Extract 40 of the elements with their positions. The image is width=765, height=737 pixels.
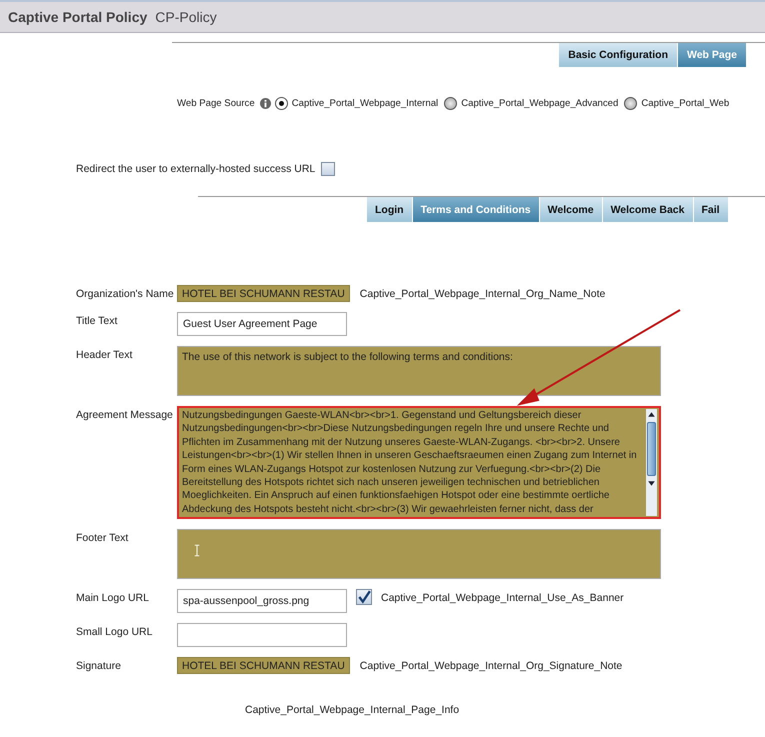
field-label: Agreement Message [76,408,174,421]
page-info: Captive_Portal_Webpage_Internal_Page_Info [245,704,460,716]
tab[interactable]: Welcome [540,197,603,222]
tab[interactable]: Welcome Back [602,197,694,222]
checkbox[interactable] [356,589,372,606]
tab[interactable]: Fail [694,197,729,222]
field-label: Main Logo URL [76,591,150,604]
radio-button[interactable] [274,97,288,110]
text-area-text: The use of this network is subject to the following terms and conditions: [182,351,513,363]
field-note: Captive_Portal_Webpage_Internal_Org_Signature_Note [358,659,622,672]
tab[interactable]: Basic Configuration [559,43,678,67]
radio-button[interactable] [444,97,458,110]
input-field[interactable]: Guest User Agreement Page [177,312,347,336]
checkbox-label: Redirect the user to externally-hosted success URL [76,163,316,175]
radio-label: Captive_Portal_Webpage_Internal [292,98,438,109]
radio-label: Captive_Portal_Webpage_Advanced [461,98,618,109]
input-field[interactable]: spa-aussenpool_gross.png [177,589,347,614]
policy-name: CP-Policy [155,9,217,25]
input-field[interactable] [177,623,347,648]
text-field[interactable]: HOTEL BEI SCHUMANN RESTAU [177,657,350,674]
field-note: Captive_Portal_Webpage_Internal_Org_Name_Note [358,287,606,300]
radio-button[interactable] [624,97,638,110]
scrollbar[interactable] [646,409,657,516]
page-title: Captive Portal Policy [8,9,148,25]
text-area[interactable]: The use of this network is subject to the following terms and conditions: [177,346,661,396]
field-label: Web Page Source [177,98,255,109]
field-label: Footer Text [76,531,130,544]
tab[interactable]: Login [367,197,413,222]
text-field[interactable]: HOTEL BEI SCHUMANN RESTAU [177,285,350,302]
checkbox[interactable] [321,162,336,176]
info-icon[interactable] [260,98,271,109]
field-label: Title Text [76,314,118,327]
radio-label: Captive_Portal_Web [641,98,730,109]
field-label: Organization's Name [76,287,175,300]
field-label: Header Text [76,348,134,361]
field-label: Small Logo URL [76,625,154,638]
text-cursor-icon [194,544,200,558]
checkbox-label: Captive_Portal_Webpage_Internal_Use_As_Banner [381,591,624,604]
text-area-text: Nutzungsbedingungen Gaeste-WLAN<br><br>1. Gegenstand und Geltungsbereich dieser Nutzungsbedingungen<br><br>Diese Nutzungsbedingungen regeln Ihre und unsere Rechte und Pflichten im Zusammenhang mit der Nutzung unseres Gaeste-WLAN-Zugangs. <br><br>2. Unsere Leistungen<br><br>(1) Wir stellen Ihnen in unseren Geschaeftsraeumen einen Zugang zum Internet in Form eines WLAN-Zugangs Hotspot zur kostenlosen Nutzung zur Verfuegung.<br><br>(2) Die Bereitstellung des Hotspots richtet sich nach unseren jeweiligen technischen und betrieblichen Moeglichkeiten. Ein Anspruch auf einen funktionsfaehigen Hotspot oder eine bestimmte oertliche Abdeckung des Hotspots besteht nicht.<br><br>(3) Wir gewaehrleisten ferner nicht, dass der [182,409,638,516]
field-label: Signature [76,659,122,672]
